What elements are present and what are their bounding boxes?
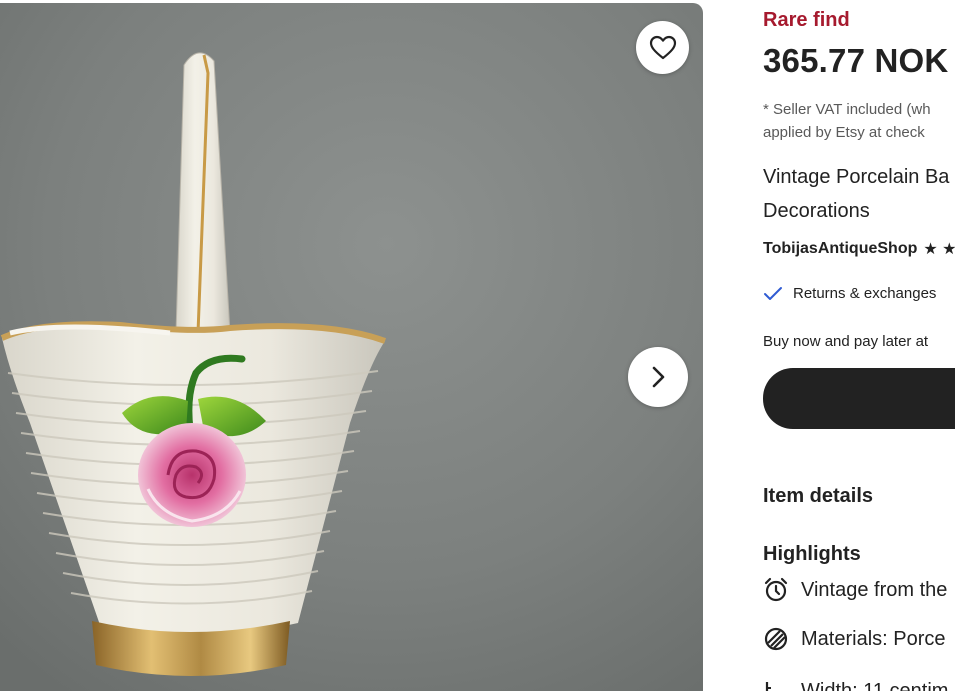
highlight-width: Width: 11 centim — [763, 678, 948, 691]
shop-name-link[interactable]: TobijasAntiqueShop — [763, 240, 917, 258]
highlight-materials: Materials: Porce — [763, 626, 946, 652]
shop-info: TobijasAntiqueShop ★ ★ — [763, 239, 955, 259]
returns-row: Returns & exchanges — [763, 285, 936, 302]
heart-icon — [649, 35, 676, 59]
next-image-button[interactable] — [628, 347, 688, 407]
product-photo — [0, 3, 703, 691]
ruler-icon — [765, 682, 771, 691]
materials-icon — [764, 627, 788, 651]
chevron-right-icon — [652, 366, 665, 388]
highlight-text: Width: 11 centim — [801, 679, 949, 691]
highlights-heading: Highlights — [763, 543, 861, 565]
highlight-text: Materials: Porce — [801, 627, 946, 650]
price: 365.77 NOK — [763, 42, 949, 79]
item-details-heading[interactable]: Item details — [763, 485, 873, 508]
buy-later-text: Buy now and pay later at — [763, 333, 929, 350]
vat-note-line2: applied by Etsy at check — [763, 124, 925, 141]
listing-title-line1: Vintage Porcelain Ba — [763, 166, 950, 188]
rare-find-badge: Rare find — [763, 9, 850, 31]
primary-action-button[interactable] — [763, 368, 955, 429]
rating-stars: ★ ★ — [923, 241, 955, 258]
returns-text: Returns & exchanges — [793, 285, 937, 302]
listing-title-line2: Decorations — [763, 200, 870, 222]
checkmark-icon — [764, 286, 782, 300]
alarm-clock-icon — [764, 577, 788, 602]
listing-panel: Rare find 365.77 NOK * Seller VAT includ… — [763, 0, 955, 691]
highlight-vintage: Vintage from the — [763, 577, 947, 603]
highlight-text: Vintage from the — [801, 578, 948, 601]
product-image[interactable] — [0, 3, 703, 691]
vat-note-line1: * Seller VAT included (wh — [763, 101, 931, 118]
favorite-button[interactable] — [636, 21, 689, 74]
